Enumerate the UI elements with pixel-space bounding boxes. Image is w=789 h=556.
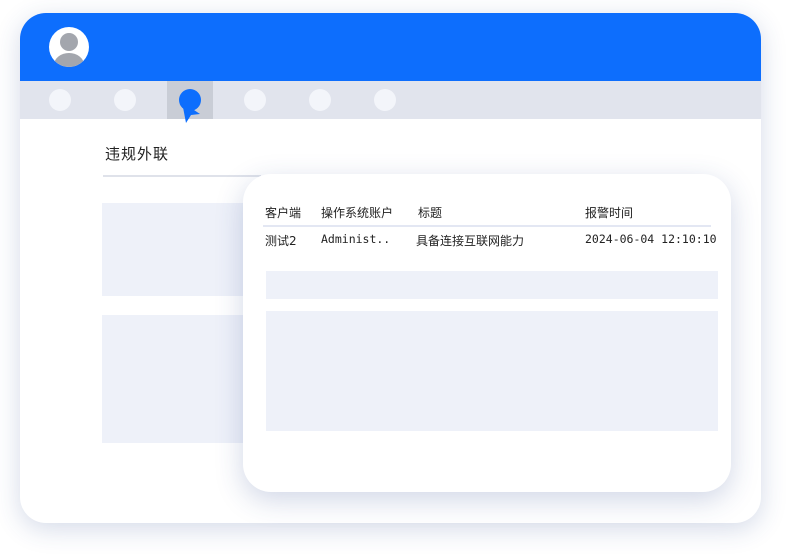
cell-title: 具备连接互联网能力 [416,234,525,248]
avatar-body [54,53,84,67]
column-header-title: 标题 [418,206,443,220]
skeleton-bar [266,271,718,299]
table-header-divider [263,225,711,227]
circle-icon [49,89,71,111]
column-header-os-account: 操作系统账户 [321,206,394,220]
section-divider [103,175,261,177]
cursor-pointer-icon [182,102,200,123]
circle-icon [114,89,136,111]
title-bar [20,13,761,81]
section-title: 违规外联 [105,145,170,163]
alert-detail-panel: 客户端 操作系统账户 标题 报警时间 测试2 Administ.. 具备连接互联… [243,174,731,492]
column-header-alert-time: 报警时间 [585,206,634,220]
circle-icon [374,89,396,111]
skeleton-block [266,311,718,431]
circle-icon [309,89,331,111]
tab-6[interactable] [362,81,408,119]
circle-icon [244,89,266,111]
tab-5[interactable] [297,81,343,119]
tab-4[interactable] [232,81,278,119]
avatar-head [60,33,78,51]
cell-os-account: Administ.. [321,232,391,246]
cell-client: 测试2 [265,234,297,248]
column-header-client: 客户端 [265,206,302,220]
tab-bar [20,81,761,119]
tab-2[interactable] [102,81,148,119]
tab-1[interactable] [37,81,83,119]
user-avatar-icon[interactable] [49,27,89,67]
cell-alert-time: 2024-06-04 12:10:10 [585,232,717,246]
